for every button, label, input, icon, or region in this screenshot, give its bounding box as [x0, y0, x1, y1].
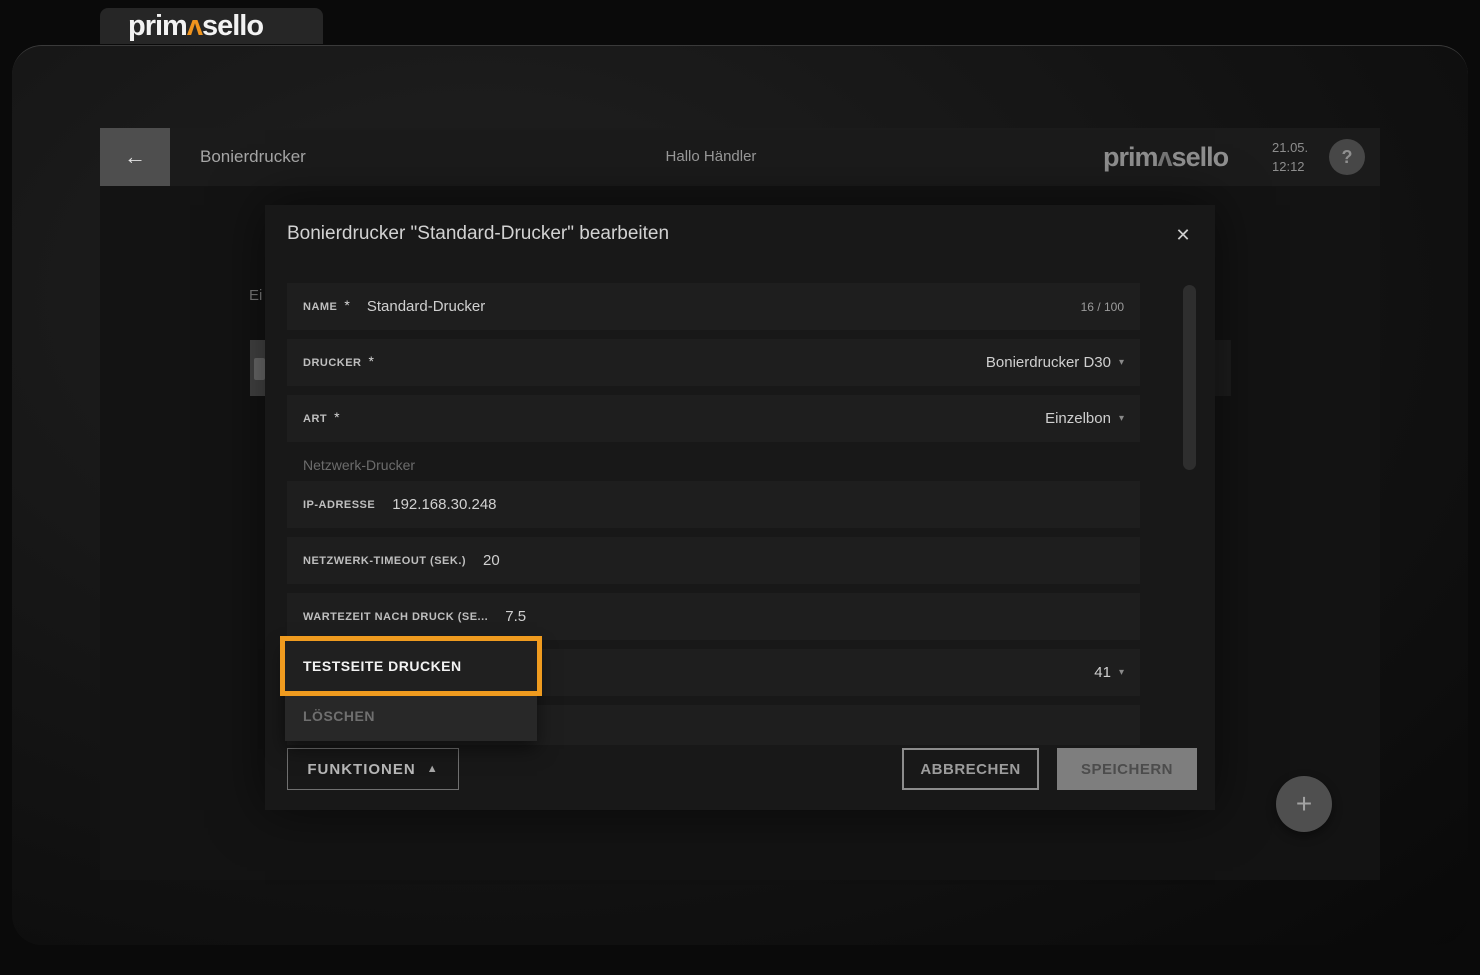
- required-asterisk: *: [368, 352, 374, 369]
- plus-icon: +: [1295, 788, 1313, 819]
- greeting-text: Hallo Händler: [665, 148, 757, 165]
- ip-label: IP-ADRESSE: [303, 498, 376, 511]
- modal-scrollbar[interactable]: [1183, 285, 1196, 470]
- functions-button[interactable]: FUNKTIONEN ▲: [287, 748, 459, 790]
- help-button[interactable]: ?: [1329, 139, 1365, 175]
- datetime-display: 21.05. 12:12: [1272, 138, 1308, 176]
- drucker-field[interactable]: DRUCKER * Bonierdrucker D30 ▾: [287, 339, 1140, 386]
- char-counter: 16 / 100: [1080, 299, 1124, 314]
- chevron-up-icon: ▲: [426, 763, 439, 775]
- close-icon: ✕: [1175, 224, 1191, 245]
- modal-title: Bonierdrucker "Standard-Drucker" bearbei…: [287, 223, 670, 244]
- art-select-value[interactable]: Einzelbon: [1045, 410, 1111, 427]
- chevron-down-icon: ▾: [1118, 667, 1124, 678]
- drucker-label: DRUCKER: [303, 356, 362, 369]
- timeout-label: NETZWERK-TIMEOUT (SEK.): [303, 554, 467, 567]
- brand-prefix: prim: [1103, 141, 1159, 172]
- date-text: 21.05.: [1272, 140, 1309, 155]
- header-brand-logo: primʌsello: [1103, 128, 1230, 186]
- cancel-button[interactable]: ABBRECHEN: [902, 748, 1039, 790]
- network-printer-section-label: Netzwerk-Drucker: [303, 457, 416, 473]
- brand-mark-icon: ʌ: [186, 9, 203, 42]
- menu-item-testseite-drucken[interactable]: TESTSEITE DRUCKEN: [280, 636, 542, 696]
- menu-item-loeschen[interactable]: LÖSCHEN: [285, 691, 537, 741]
- save-button[interactable]: SPEICHERN: [1057, 748, 1197, 790]
- page-title: Bonierdrucker: [200, 147, 306, 166]
- printer-icon: [254, 358, 265, 380]
- brand-logo: primʌsello: [128, 9, 264, 42]
- wait-field[interactable]: WARTEZEIT NACH DRUCK (SE... 7.5: [287, 593, 1140, 640]
- art-label: ART: [303, 412, 328, 425]
- add-button[interactable]: +: [1276, 776, 1332, 832]
- ip-field[interactable]: IP-ADRESSE 192.168.30.248: [287, 481, 1140, 528]
- name-label: NAME: [303, 300, 338, 313]
- wait-value[interactable]: 7.5: [505, 608, 526, 625]
- back-arrow-icon: ←: [124, 144, 146, 169]
- chevron-down-icon: ▾: [1118, 413, 1124, 424]
- question-mark-icon: ?: [1341, 146, 1353, 167]
- brand-suffix: sello: [1171, 141, 1230, 172]
- background-list-item-partial: [250, 340, 265, 396]
- background-row-partial: [1215, 340, 1231, 396]
- art-field[interactable]: ART * Einzelbon ▾: [287, 395, 1140, 442]
- name-value[interactable]: Standard-Drucker: [367, 298, 485, 315]
- required-asterisk: *: [344, 296, 350, 313]
- chevron-down-icon: ▾: [1118, 357, 1124, 368]
- brand-prefix: prim: [128, 9, 188, 42]
- ip-value[interactable]: 192.168.30.248: [392, 496, 496, 513]
- functions-menu: TESTSEITE DRUCKEN LÖSCHEN: [280, 636, 542, 741]
- wait-label: WARTEZEIT NACH DRUCK (SE...: [303, 610, 489, 623]
- brand-mark-icon: ʌ: [1157, 141, 1173, 172]
- functions-button-label: FUNKTIONEN: [307, 760, 416, 778]
- edit-printer-modal: Bonierdrucker "Standard-Drucker" bearbei…: [265, 205, 1215, 810]
- timeout-value[interactable]: 20: [483, 552, 500, 569]
- brand-suffix: sello: [201, 9, 264, 42]
- time-text: 12:12: [1272, 159, 1305, 174]
- covered-select-value[interactable]: 41: [1094, 664, 1111, 681]
- drucker-select-value[interactable]: Bonierdrucker D30: [986, 354, 1111, 371]
- brand-tab: primʌsello: [100, 8, 323, 44]
- timeout-field[interactable]: NETZWERK-TIMEOUT (SEK.) 20: [287, 537, 1140, 584]
- back-button[interactable]: ←: [100, 128, 170, 186]
- required-asterisk: *: [334, 408, 340, 425]
- close-button[interactable]: ✕: [1169, 221, 1197, 249]
- name-field[interactable]: NAME * Standard-Drucker 16 / 100: [287, 283, 1140, 330]
- background-section-label-partial: Ei: [249, 287, 263, 304]
